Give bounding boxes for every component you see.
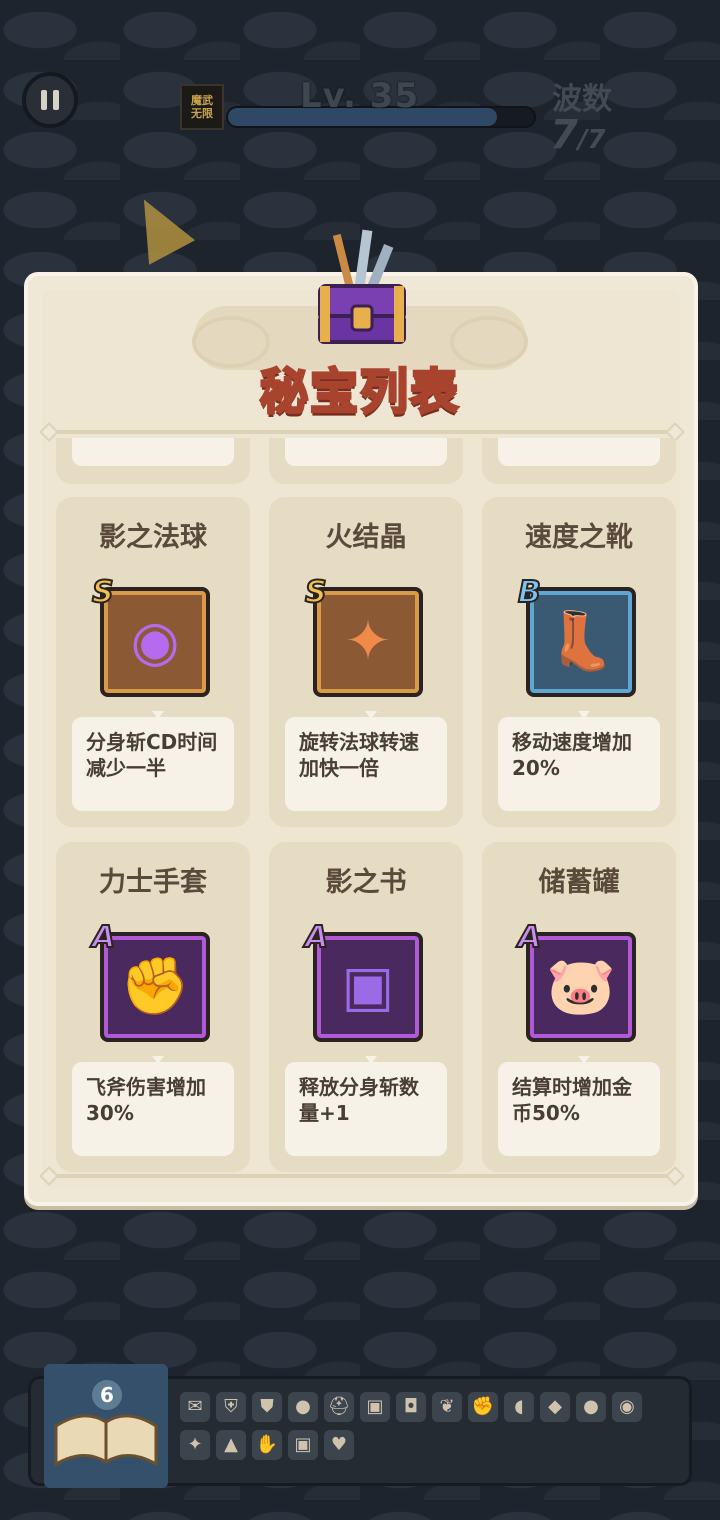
treasure-icon-frame: 👢 [526, 587, 636, 697]
list-item-partial [269, 438, 463, 484]
treasure-description: 结算时增加金币50% [498, 1062, 660, 1156]
book2-icon: ▣ [288, 1430, 318, 1460]
treasure-icon-frame: 🐷 [526, 932, 636, 1042]
rank-badge: S [91, 574, 115, 611]
book-icon: ▣ [360, 1392, 390, 1422]
level-label: Lv. 35 [300, 76, 420, 116]
treasure-description: 移动速度增加20% [498, 717, 660, 811]
treasure-card[interactable]: 影之法球 ◉ S 分身斩CD时间减少一半 [56, 497, 250, 827]
treasure-description: 释放分身斩数量+1 [285, 1062, 447, 1156]
pause-button[interactable] [22, 72, 78, 128]
treasure-name: 速度之靴 [525, 522, 633, 553]
gauntlet-icon: ✊ [120, 954, 190, 1019]
list-item-partial [56, 438, 250, 484]
treasure-card[interactable]: 速度之靴 👢 B 移动速度增加20% [482, 497, 676, 827]
bomb2-icon: ● [576, 1392, 606, 1422]
armor-icon: ⛨ [216, 1392, 246, 1422]
list-item-partial [482, 438, 676, 484]
collected-items: ✉ ⛨ ⛊ ● ⛑ ▣ ◘ ❦ ✊ ◖ ◆ ● ◉ ✦ ▲ ✋ ▣ ♥ [180, 1392, 660, 1460]
piggy-bank-icon: 🐷 [546, 954, 616, 1019]
winged-boot-icon: 👢 [546, 609, 616, 674]
pause-icon [41, 90, 47, 110]
rank-badge: B [517, 574, 542, 611]
treasure-name: 储蓄罐 [538, 867, 620, 898]
wave-total: /7 [577, 125, 606, 155]
boot-icon: ▲ [216, 1430, 246, 1460]
treasure-icon-frame: ✊ [100, 932, 210, 1042]
rank-badge: A [91, 919, 116, 956]
treasure-name: 火结晶 [325, 522, 407, 553]
leaf-icon: ❦ [432, 1392, 462, 1422]
wave-current: 7 [550, 112, 578, 158]
treasure-description: 飞斧伤害增加30% [72, 1062, 234, 1156]
treasure-chest-icon [318, 229, 406, 344]
cannon-icon: ◖ [504, 1392, 534, 1422]
fire-crystal-icon: ✦ [344, 609, 392, 674]
purple-eye-orb-icon: ◉ [130, 609, 180, 674]
treasure-description: 分身斩CD时间减少一半 [72, 717, 234, 811]
crystal-icon: ✦ [180, 1430, 210, 1460]
treasure-name: 影之法球 [99, 522, 207, 553]
treasure-name: 力士手套 [99, 867, 207, 898]
shadow-book-icon: ▣ [341, 954, 395, 1019]
treasure-icon-frame: ▣ [313, 932, 423, 1042]
player-avatar: 魔武 无限 [180, 84, 224, 130]
glove-icon: ✋ [252, 1430, 282, 1460]
rank-badge: A [517, 919, 542, 956]
treasure-name: 影之书 [325, 867, 407, 898]
helmet-icon: ⛑ [324, 1392, 354, 1422]
rank-badge: S [304, 574, 328, 611]
treasure-card[interactable]: 火结晶 ✦ S 旋转法球转速加快一倍 [269, 497, 463, 827]
treasure-description: 旋转法球转速加快一倍 [285, 717, 447, 811]
treasure-icon-frame: ◉ [100, 587, 210, 697]
treasure-card[interactable]: 储蓄罐 🐷 A 结算时增加金币50% [482, 842, 676, 1172]
gem-icon: ◆ [540, 1392, 570, 1422]
bag-icon: ◘ [396, 1392, 426, 1422]
shield-icon: ⛊ [252, 1392, 282, 1422]
piggy-icon: ♥ [324, 1430, 354, 1460]
rank-badge: A [304, 919, 329, 956]
spellbook-count: 6 [92, 1380, 122, 1410]
treasure-icon-frame: ✦ [313, 587, 423, 697]
treasure-card[interactable]: 影之书 ▣ A 释放分身斩数量+1 [269, 842, 463, 1172]
panel-title: 秘宝列表 [258, 363, 460, 422]
bomb-icon: ● [288, 1392, 318, 1422]
wave-count: 7/7 [550, 112, 605, 158]
bottom-divider [50, 1174, 674, 1178]
scroll-icon: ✉ [180, 1392, 210, 1422]
top-divider [50, 430, 674, 434]
treasure-card[interactable]: 力士手套 ✊ A 飞斧伤害增加30% [56, 842, 250, 1172]
eye-orb-icon: ◉ [612, 1392, 642, 1422]
gauntlet-icon: ✊ [468, 1392, 498, 1422]
